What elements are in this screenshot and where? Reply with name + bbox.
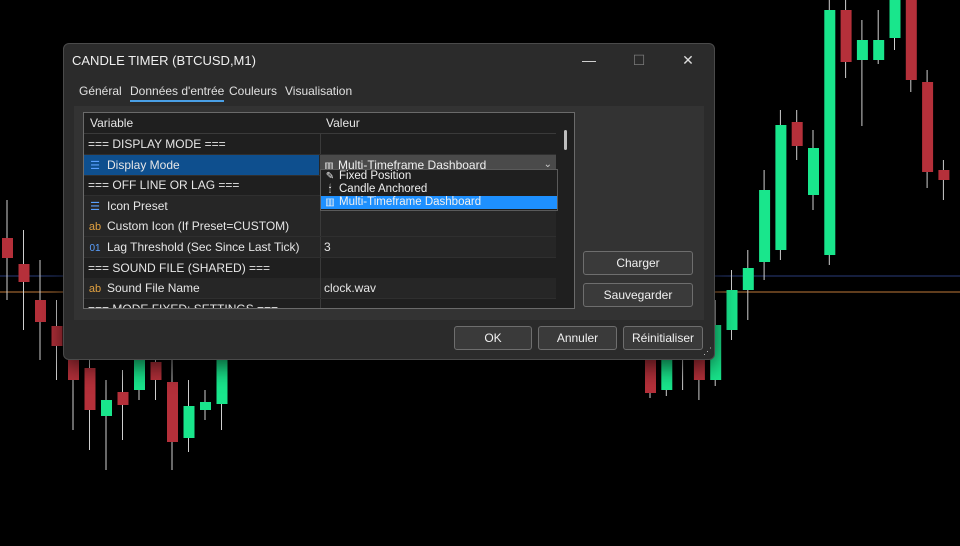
enum-icon: ☰ — [90, 159, 100, 172]
variable-label: === DISPLAY MODE === — [88, 137, 226, 151]
section-row: === MODE FIXED: SETTINGS === — [84, 298, 556, 309]
display-mode-dropdown-list: ✎ Fixed Position 🕯 Candle Anchored ▥ Multi-… — [320, 169, 558, 211]
title-bar[interactable]: CANDLE TIMER (BTCUSD,M1) — ☐ ✕ — [64, 44, 714, 76]
candle-icon: 🕯 — [328, 184, 332, 195]
candle-body — [216, 358, 228, 404]
ab-icon: ab — [88, 283, 102, 296]
ab-icon: ab — [88, 221, 102, 234]
candle-body — [35, 300, 46, 322]
close-button[interactable]: ✕ — [673, 48, 703, 72]
variable-cell: ☰ Icon Preset — [84, 196, 319, 216]
option-label: Fixed Position — [339, 170, 412, 182]
resize-grip-icon[interactable]: ⋰ — [703, 346, 712, 357]
window-title: CANDLE TIMER (BTCUSD,M1) — [72, 53, 256, 68]
variable-cell: === SOUND FILE (SHARED) === — [84, 258, 323, 278]
option-fixed-position[interactable]: ✎ Fixed Position — [321, 170, 557, 183]
variable-cell: ab Sound File Name — [84, 278, 319, 298]
candle-body — [824, 10, 836, 255]
value-cell — [320, 134, 560, 154]
dashboard-icon: ▥ — [325, 197, 335, 208]
option-label: Multi-Timeframe Dashboard — [339, 196, 482, 208]
reset-button[interactable]: Réinitialiser — [623, 326, 703, 350]
tab-visualisation[interactable]: Visualisation — [285, 84, 352, 98]
candle-body — [117, 392, 129, 405]
option-label: Candle Anchored — [339, 183, 428, 195]
candle-body — [167, 382, 178, 442]
candle-body — [51, 326, 63, 346]
candle-body — [905, 0, 917, 80]
enum-icon: ☰ — [90, 200, 100, 213]
candle-body — [873, 40, 885, 60]
variable-label: Icon Preset — [107, 198, 168, 213]
scrollbar-thumb[interactable] — [564, 130, 567, 150]
value-cell[interactable] — [320, 216, 560, 237]
candle-body — [808, 148, 819, 195]
variable-cell: 01 Lag Threshold (Sec Since Last Tick) — [84, 237, 319, 257]
variable-label: Display Mode — [107, 157, 180, 172]
candle-body — [840, 10, 852, 62]
candle-body — [101, 400, 112, 416]
value-cell[interactable]: clock.wav — [320, 278, 560, 299]
option-candle-anchored[interactable]: 🕯 Candle Anchored — [321, 183, 557, 196]
candle-body — [922, 82, 934, 172]
value-cell[interactable]: 3 — [320, 237, 560, 257]
variable-label: Lag Threshold (Sec Since Last Tick) — [107, 240, 300, 254]
section-row: === SOUND FILE (SHARED) === — [84, 257, 556, 279]
ok-button[interactable]: OK — [454, 326, 532, 350]
candle-body — [200, 402, 211, 410]
candle-body — [84, 368, 96, 410]
candle-timer-dialog: CANDLE TIMER (BTCUSD,M1) — ☐ ✕ Général D… — [63, 43, 715, 360]
candle-body — [2, 238, 13, 258]
variable-cell: ab Custom Icon (If Preset=CUSTOM) — [84, 216, 319, 236]
grid-header: Variable Valeur — [84, 113, 556, 134]
variable-label: === OFF LINE OR LAG === — [88, 178, 240, 193]
candle-body — [791, 122, 803, 146]
header-value[interactable]: Valeur — [326, 116, 360, 130]
candle-body — [742, 268, 754, 290]
variable-cell: === OFF LINE OR LAG === — [84, 175, 323, 195]
number-icon: 01 — [89, 243, 101, 254]
candle-body — [645, 356, 656, 393]
option-multi-timeframe-dashboard[interactable]: ▥ Multi-Timeframe Dashboard — [321, 196, 557, 209]
maximize-button[interactable]: ☐ — [624, 48, 654, 72]
section-row: === DISPLAY MODE === — [84, 134, 556, 155]
parameter-row[interactable]: ab Custom Icon (If Preset=CUSTOM) — [84, 216, 556, 238]
candle-body — [726, 290, 738, 330]
candle-body — [18, 264, 30, 282]
candle-body — [150, 362, 162, 380]
variable-label: Sound File Name — [107, 281, 200, 296]
pin-icon: ✎ — [325, 171, 335, 182]
variable-label: Custom Icon (If Preset=CUSTOM) — [107, 219, 290, 234]
tab-colors[interactable]: Couleurs — [229, 84, 277, 98]
variable-label: === SOUND FILE (SHARED) === — [88, 260, 271, 275]
minimize-button[interactable]: — — [574, 48, 604, 72]
candle-body — [889, 0, 901, 38]
inputs-grid: Variable Valeur === DISPLAY MODE === ☰ Dis… — [83, 112, 575, 309]
parameter-row[interactable]: ab Sound File Name clock.wav — [84, 278, 556, 300]
value-cell — [320, 298, 560, 308]
variable-cell: === MODE FIXED: SETTINGS === — [84, 299, 323, 309]
variable-cell: ☰ Display Mode — [84, 154, 319, 175]
save-button[interactable]: Sauvegarder — [583, 283, 693, 307]
candle-body — [759, 190, 771, 262]
candle-body — [775, 125, 787, 250]
inputs-panel: Variable Valeur === DISPLAY MODE === ☰ Dis… — [74, 106, 704, 320]
cancel-button[interactable]: Annuler — [538, 326, 617, 350]
header-variable[interactable]: Variable — [90, 116, 133, 130]
grid-scrollbar[interactable] — [557, 113, 574, 308]
load-button[interactable]: Charger — [583, 251, 693, 275]
candle-body — [183, 406, 195, 438]
candle-body — [938, 170, 950, 180]
value-cell — [320, 257, 560, 278]
parameter-row[interactable]: 01 Lag Threshold (Sec Since Last Tick) 3 — [84, 237, 556, 258]
candle-body — [856, 40, 868, 60]
variable-cell: === DISPLAY MODE === — [84, 134, 323, 154]
tab-general[interactable]: Général — [79, 84, 122, 98]
variable-label: === MODE FIXED: SETTINGS === — [88, 301, 279, 309]
tab-input-data[interactable]: Données d'entrée — [130, 84, 225, 102]
